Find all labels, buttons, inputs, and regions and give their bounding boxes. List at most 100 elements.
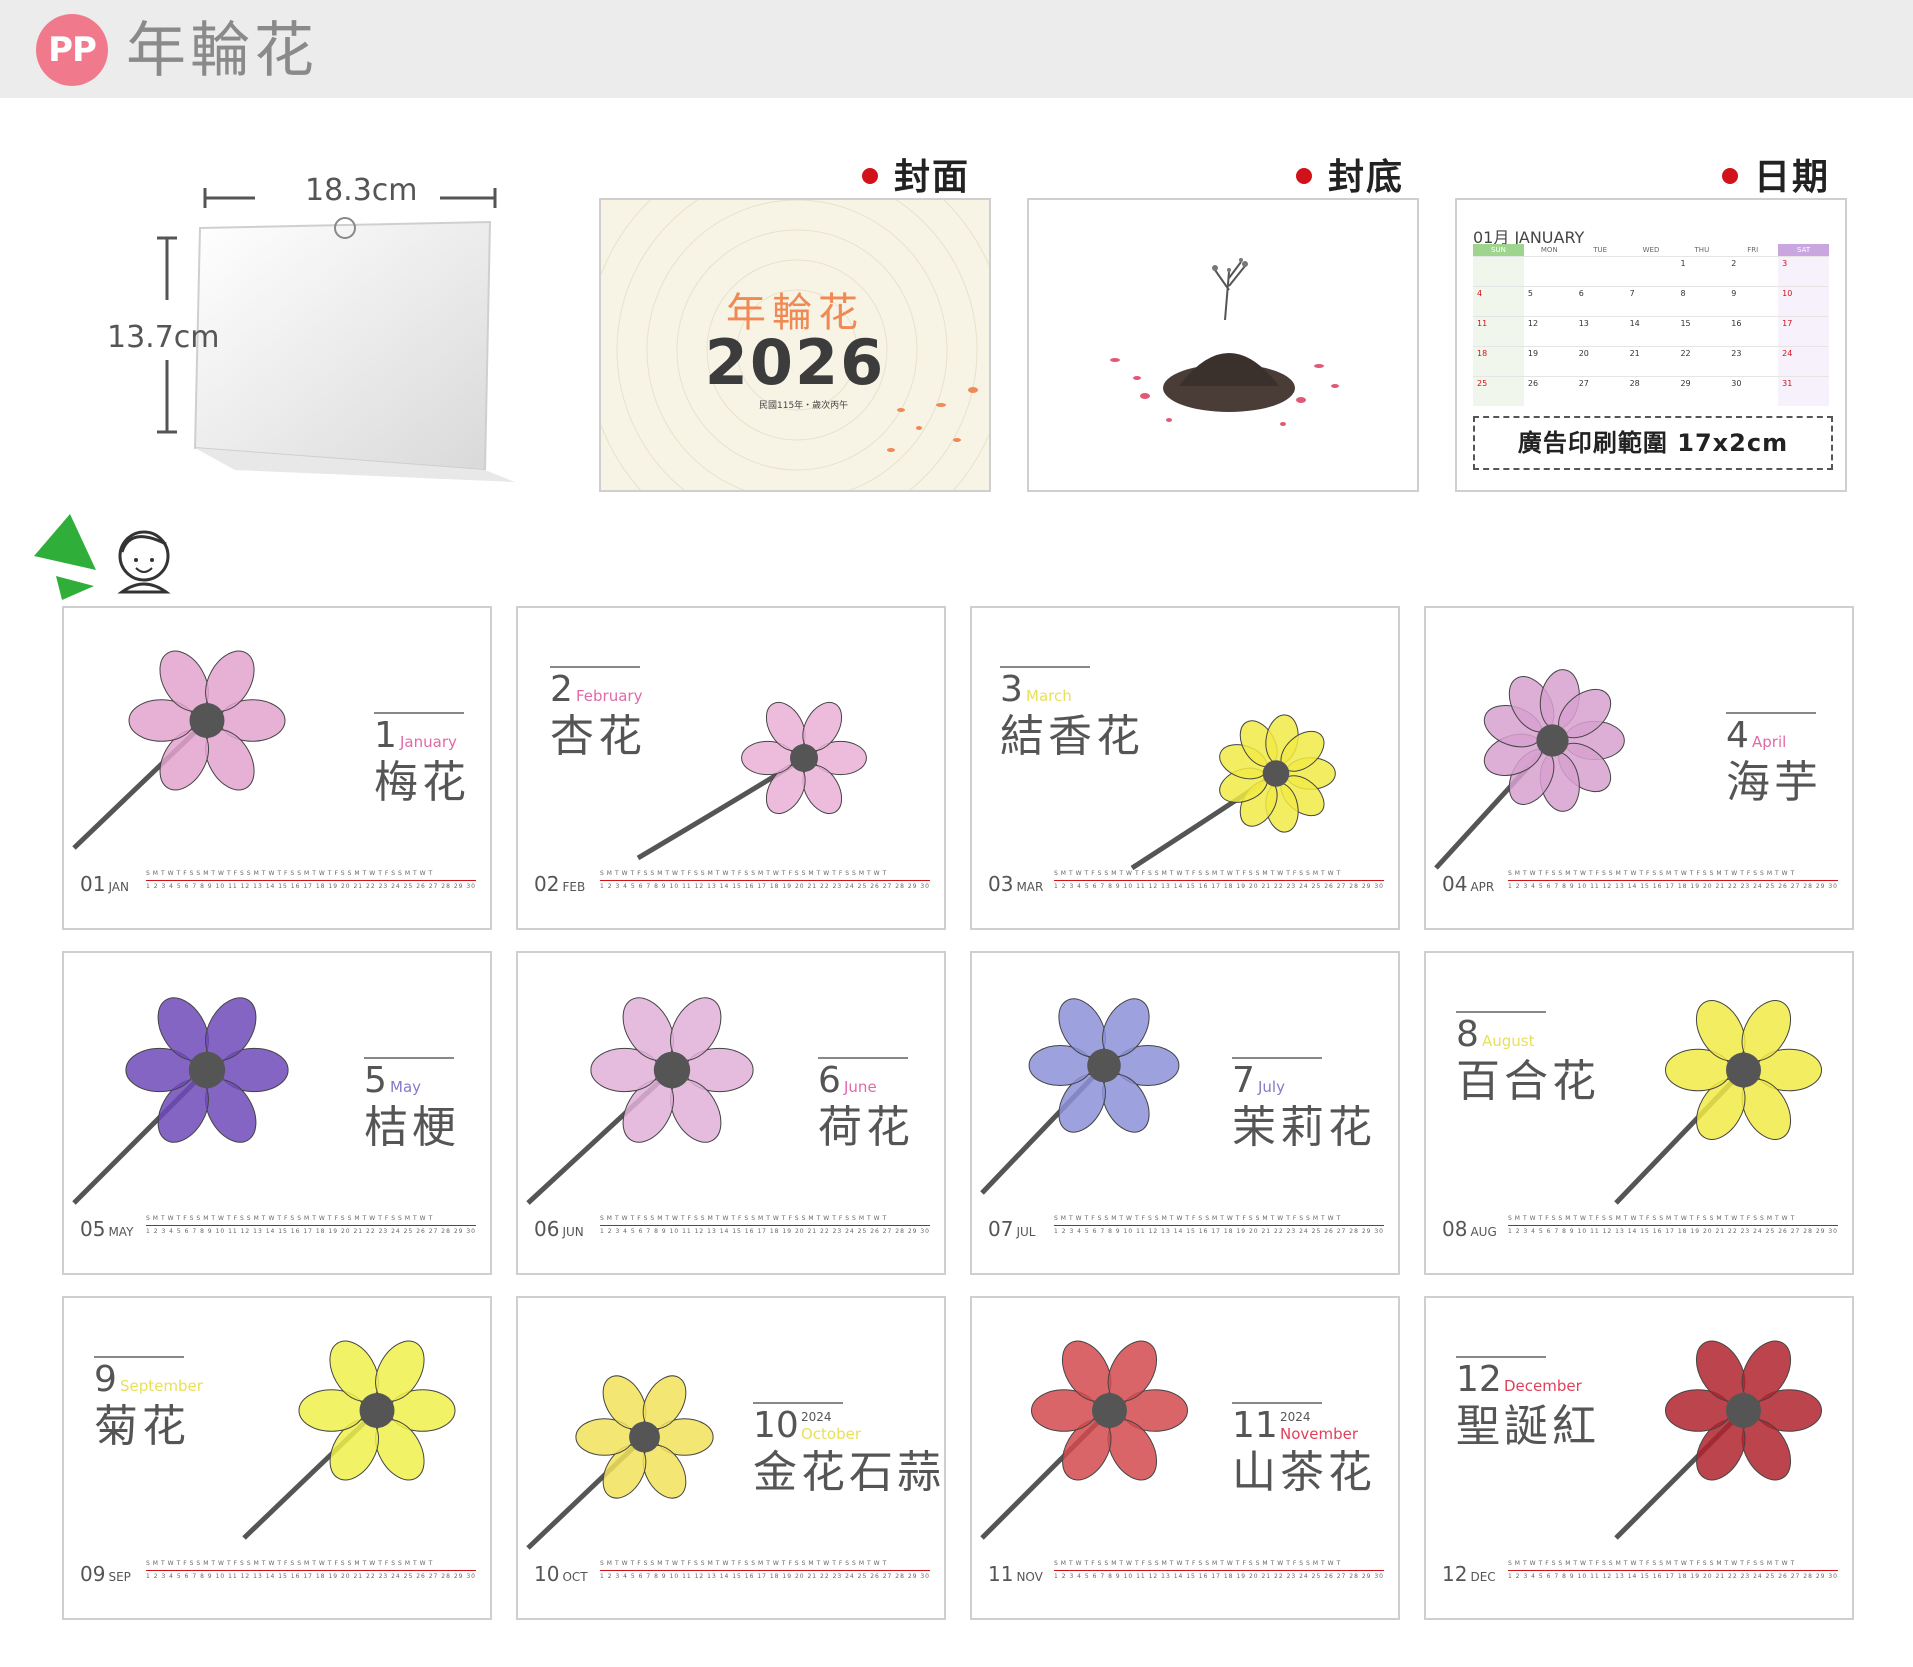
- month-card-08[interactable]: 8 August 百合花 08 AUG SMTWTFSSMTWTFSSMTWTFSSMTW…: [1424, 951, 1854, 1275]
- calendar-day: [1625, 256, 1677, 286]
- month-english-name: November: [1280, 1425, 1359, 1443]
- date-page-preview[interactable]: 01月 JANUARY SUN MON TUE WED THU FRI SAT …: [1455, 198, 1847, 492]
- month-card-09[interactable]: 9 September 菊花 09 SEP SMTWTFSSMTWTFSSMTWTFSSM…: [62, 1296, 492, 1620]
- month-number: 10: [753, 1405, 799, 1446]
- month-card-06[interactable]: 6 June 荷花 06 JUN SMTWTFSSMTWTFSSMTWTFSSMTWTFS…: [516, 951, 946, 1275]
- flower-illustration-wrap: [972, 953, 1212, 1207]
- month-code-number: 11: [988, 1562, 1014, 1586]
- month-number: 5: [364, 1060, 387, 1101]
- flower-illustration: [242, 1340, 456, 1540]
- month-code-number: 05: [80, 1217, 106, 1241]
- month-english-name: September: [120, 1377, 203, 1395]
- title-rule: [550, 666, 640, 668]
- calendar-day: 29: [1676, 376, 1728, 406]
- flower-chinese-name: 海芋: [1726, 757, 1822, 808]
- weekday-strip: SMTWTFSSMTWTFSSMTWTFSSMTWTFSSMTWTFSSMTWT: [1054, 1215, 1344, 1222]
- strip-rule: [1054, 1225, 1384, 1226]
- flower-illustration-wrap: [518, 1338, 748, 1562]
- flower-illustration: [72, 997, 289, 1205]
- day-strip: SMTWTFSSMTWTFSSMTWTFSSMTWTFSSMTWTFSSMTWT…: [146, 870, 476, 896]
- flower-illustration-wrap: [64, 953, 324, 1217]
- month-abbreviation: JAN: [108, 880, 129, 894]
- month-abbreviation: JUN: [562, 1225, 584, 1239]
- calendar-day: 30: [1727, 376, 1779, 406]
- strip-rule: [600, 1225, 930, 1226]
- month-english-name: June: [844, 1078, 877, 1096]
- title-rule: [1232, 1057, 1322, 1059]
- red-dot-icon: [862, 168, 878, 184]
- calendar-day: 12: [1523, 316, 1575, 346]
- flower-chinese-name: 梅花: [374, 757, 470, 808]
- width-dimension-label: 18.3cm: [305, 173, 418, 208]
- calendar-day: [1574, 256, 1626, 286]
- month-code: 05 MAY: [80, 1217, 133, 1241]
- title-rule: [1000, 666, 1090, 668]
- title-rule: [1232, 1402, 1322, 1404]
- month-card-05[interactable]: 5 May 桔梗 05 MAY SMTWTFSSMTWTFSSMTWTFSSMTWTFSS…: [62, 951, 492, 1275]
- strip-rule: [600, 880, 930, 881]
- month-card-01[interactable]: 1 January 梅花 01 JAN SMTWTFSSMTWTFSSMTWTFSSMTW…: [62, 606, 492, 930]
- month-abbreviation: APR: [1470, 880, 1495, 894]
- flower-chinese-name: 荷花: [818, 1102, 914, 1153]
- calendar-day: 18: [1473, 346, 1524, 376]
- strip-rule: [1054, 1570, 1384, 1571]
- weekday-strip: SMTWTFSSMTWTFSSMTWTFSSMTWTFSSMTWTFSSMTWT: [146, 1560, 436, 1567]
- month-abbreviation: OCT: [562, 1570, 588, 1584]
- flower-illustration: [1614, 1000, 1822, 1205]
- calendar-day: 16: [1727, 316, 1779, 346]
- day-number-strip: 1 2 3 4 5 6 7 8 9 10 11 12 13 14 15 16 1…: [1054, 883, 1384, 890]
- weekday-label: MON: [1540, 246, 1558, 254]
- calendar-day: 20: [1574, 346, 1626, 376]
- title-rule: [1456, 1356, 1546, 1358]
- calendar-day: 2: [1727, 256, 1779, 286]
- strip-rule: [1508, 1225, 1838, 1226]
- day-strip: SMTWTFSSMTWTFSSMTWTFSSMTWTFSSMTWTFSSMTWT…: [600, 870, 930, 896]
- month-code-number: 02: [534, 872, 560, 896]
- month-card-03[interactable]: 3 March 結香花 03 MAR SMTWTFSSMTWTFSSMTWTFSSMTWT…: [970, 606, 1400, 930]
- flower-illustration-wrap: [1122, 688, 1398, 882]
- weekday-strip: SMTWTFSSMTWTFSSMTWTFSSMTWTFSSMTWTFSSMTWT: [1054, 1560, 1344, 1567]
- strip-rule: [1054, 880, 1384, 881]
- calendar-day: [1473, 256, 1524, 286]
- day-strip: SMTWTFSSMTWTFSSMTWTFSSMTWTFSSMTWTFSSMTWT…: [1054, 1560, 1384, 1586]
- strip-rule: [1508, 880, 1838, 881]
- flower-illustration-wrap: [1606, 1298, 1852, 1552]
- calendar-day: 27: [1574, 376, 1626, 406]
- month-card-11[interactable]: 11 November 2024 山茶花 11 NOV SMTWTFSSMTWTFSSMTW…: [970, 1296, 1400, 1620]
- month-abbreviation: DEC: [1470, 1570, 1496, 1584]
- back-cover-preview[interactable]: [1027, 198, 1419, 492]
- cover-subtitle: 民國115年・歲次丙午: [759, 401, 849, 411]
- weekday-strip: SMTWTFSSMTWTFSSMTWTFSSMTWTFSSMTWTFSSMTWT: [1508, 1215, 1798, 1222]
- month-card-07[interactable]: 7 July 茉莉花 07 JUL SMTWTFSSMTWTFSSMTWTFSSMTWTF…: [970, 951, 1400, 1275]
- weekday-strip: SMTWTFSSMTWTFSSMTWTFSSMTWTFSSMTWTFSSMTWT: [1508, 870, 1798, 877]
- month-abbreviation: MAR: [1016, 880, 1044, 894]
- calendar-day: 1: [1676, 256, 1728, 286]
- day-number-strip: 1 2 3 4 5 6 7 8 9 10 11 12 13 14 15 16 1…: [600, 1573, 930, 1580]
- back-cover-label: 封底: [1296, 148, 1404, 200]
- month-abbreviation: AUG: [1470, 1225, 1497, 1239]
- calendar-day: 23: [1727, 346, 1779, 376]
- day-number-strip: 1 2 3 4 5 6 7 8 9 10 11 12 13 14 15 16 1…: [1054, 1573, 1384, 1580]
- month-english-name: October: [801, 1425, 862, 1443]
- month-abbreviation: FEB: [562, 880, 586, 894]
- calendar-day: 22: [1676, 346, 1728, 376]
- month-abbreviation: MAY: [108, 1225, 134, 1239]
- month-card-04[interactable]: 4 April 海芋 04 APR SMTWTFSSMTWTFSSMTWTFSSMTWTF…: [1424, 606, 1854, 930]
- day-strip: SMTWTFSSMTWTFSSMTWTFSSMTWTFSSMTWTFSSMTWT…: [600, 1215, 930, 1241]
- day-number-strip: 1 2 3 4 5 6 7 8 9 10 11 12 13 14 15 16 1…: [1054, 1228, 1384, 1235]
- red-dot-icon: [1722, 168, 1738, 184]
- cover-preview[interactable]: 年輪花 2026 民國115年・歲次丙午: [599, 198, 991, 492]
- month-card-02[interactable]: 2 February 杏花 02 FEB SMTWTFSSMTWTFSSMTWTFSSMT…: [516, 606, 946, 930]
- month-card-10[interactable]: 10 October 2024 金花石蒜 10 OCT SMTWTFSSMTWTFSSMTW…: [516, 1296, 946, 1620]
- month-number: 3: [1000, 669, 1023, 710]
- flower-illustration-wrap: [1606, 953, 1852, 1217]
- day-strip: SMTWTFSSMTWTFSSMTWTFSSMTWTFSSMTWTFSSMTWT…: [1054, 1215, 1384, 1241]
- month-card-12[interactable]: 12 December 聖誕紅 12 DEC SMTWTFSSMTWTFSSMTWTFSS…: [1424, 1296, 1854, 1620]
- calendar-week-row: 11 12 13 14 15 16 17: [1473, 316, 1830, 346]
- calendar-week-row: 25 26 27 28 29 30 31: [1473, 376, 1830, 406]
- weekday-label: TUE: [1593, 246, 1608, 254]
- day-strip: SMTWTFSSMTWTFSSMTWTFSSMTWTFSSMTWTFSSMTWT…: [600, 1560, 930, 1586]
- month-english-name: March: [1026, 687, 1072, 705]
- month-code-number: 01: [80, 872, 106, 896]
- calendar-day: 31: [1778, 376, 1830, 406]
